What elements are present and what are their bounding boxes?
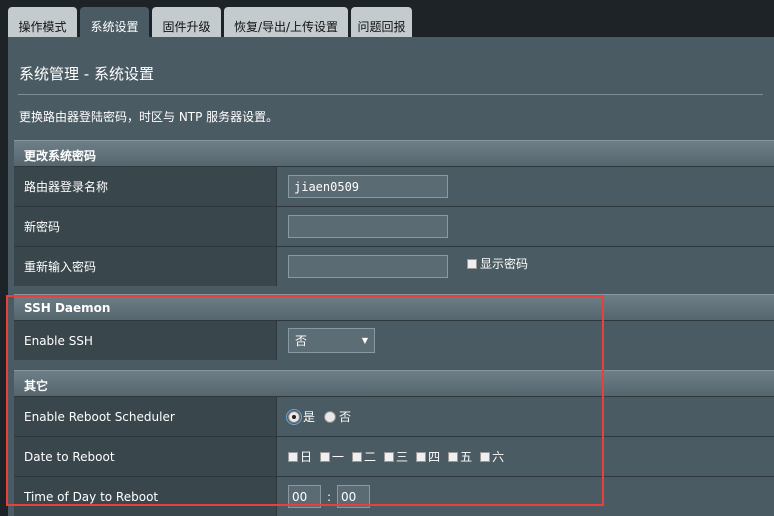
tab-operation-mode[interactable]: 操作模式 xyxy=(8,7,77,37)
new-password-input[interactable] xyxy=(288,215,448,238)
other-table: 其它 Enable Reboot Scheduler 是 否 Date to R… xyxy=(14,370,774,516)
tab-label: 恢复/导出/上传设置 xyxy=(233,20,339,34)
reboot-yes-label: 是 xyxy=(303,410,316,424)
day-label: 一 xyxy=(332,450,345,464)
day-tuesday[interactable]: 二 xyxy=(352,448,376,465)
retype-password-label: 重新输入密码 xyxy=(14,247,276,286)
enable-ssh-row: Enable SSH 否 ▼ xyxy=(14,320,774,360)
tab-label: 固件升级 xyxy=(162,20,211,34)
day-friday[interactable]: 五 xyxy=(448,448,472,465)
reboot-no-radio[interactable] xyxy=(324,410,337,423)
tab-feedback[interactable]: 问题回报 xyxy=(351,7,412,37)
password-table: 更改系统密码 路由器登录名称 jiaen0509 新密码 重新输入密码 显示密码 xyxy=(14,140,774,286)
enable-ssh-label: Enable SSH xyxy=(14,321,276,360)
time-to-reboot-label: Time of Day to Reboot xyxy=(14,477,276,516)
login-name-input[interactable]: jiaen0509 xyxy=(288,175,448,198)
tab-label: 操作模式 xyxy=(18,20,67,34)
day-label: 日 xyxy=(300,450,313,464)
retype-password-input[interactable] xyxy=(288,255,448,278)
day-label: 三 xyxy=(396,450,409,464)
day-sunday[interactable]: 日 xyxy=(288,448,312,465)
reboot-scheduler-label: Enable Reboot Scheduler xyxy=(14,397,276,436)
day-label: 四 xyxy=(428,450,441,464)
retype-password-row: 重新输入密码 显示密码 xyxy=(14,246,774,286)
tab-system-settings[interactable]: 系统设置 xyxy=(80,7,149,37)
day-checkbox[interactable] xyxy=(288,451,298,462)
tab-restore-save-upload[interactable]: 恢复/导出/上传设置 xyxy=(224,7,348,37)
day-checkbox[interactable] xyxy=(384,451,395,462)
enable-ssh-value: 否 xyxy=(295,334,308,348)
day-thursday[interactable]: 四 xyxy=(416,448,440,465)
show-password-toggle[interactable]: 显示密码 xyxy=(467,255,528,272)
day-checkbox[interactable] xyxy=(320,451,331,462)
day-monday[interactable]: 一 xyxy=(320,448,344,465)
day-checkbox[interactable] xyxy=(448,451,459,462)
tab-firmware-upgrade[interactable]: 固件升级 xyxy=(152,7,221,37)
day-checkbox[interactable] xyxy=(480,451,491,462)
chevron-down-icon: ▼ xyxy=(361,336,368,345)
login-name-row: 路由器登录名称 jiaen0509 xyxy=(14,166,774,206)
reboot-days: 日 一 二 三 四 五 六 xyxy=(288,448,512,465)
day-checkbox[interactable] xyxy=(416,451,427,462)
date-to-reboot-label: Date to Reboot xyxy=(14,437,276,476)
other-section-header: 其它 xyxy=(14,370,774,396)
time-separator: : xyxy=(327,489,332,504)
day-label: 二 xyxy=(364,450,377,464)
title-divider xyxy=(18,94,763,95)
reboot-hour-input[interactable]: 00 xyxy=(288,485,321,508)
reboot-no-label: 否 xyxy=(339,410,352,424)
date-to-reboot-row: Date to Reboot 日 一 二 三 四 五 六 xyxy=(14,436,774,476)
day-checkbox[interactable] xyxy=(352,451,363,462)
day-label: 五 xyxy=(460,450,473,464)
reboot-minute-input[interactable]: 00 xyxy=(337,485,371,508)
password-section-header: 更改系统密码 xyxy=(14,140,774,166)
show-password-checkbox[interactable] xyxy=(467,258,477,269)
day-wednesday[interactable]: 三 xyxy=(384,448,408,465)
new-password-row: 新密码 xyxy=(14,206,774,246)
ssh-section-header: SSH Daemon xyxy=(14,294,774,320)
tab-label: 问题回报 xyxy=(357,20,406,34)
tab-label: 系统设置 xyxy=(90,20,139,34)
enable-ssh-select[interactable]: 否 ▼ xyxy=(288,328,375,353)
settings-panel: 系统管理 - 系统设置 更换路由器登陆密码，时区与 NTP 服务器设置。 更改系… xyxy=(8,37,774,516)
ssh-table: SSH Daemon Enable SSH 否 ▼ xyxy=(14,294,774,360)
day-saturday[interactable]: 六 xyxy=(480,448,504,465)
reboot-yes-radio[interactable] xyxy=(286,408,302,425)
time-to-reboot-row: Time of Day to Reboot 00 : 00 xyxy=(14,476,774,516)
login-name-label: 路由器登录名称 xyxy=(14,167,276,206)
show-password-label: 显示密码 xyxy=(480,257,529,271)
page-title: 系统管理 - 系统设置 xyxy=(19,65,154,83)
new-password-label: 新密码 xyxy=(14,207,276,246)
page-description: 更换路由器登陆密码，时区与 NTP 服务器设置。 xyxy=(19,110,279,124)
day-label: 六 xyxy=(492,450,505,464)
reboot-scheduler-row: Enable Reboot Scheduler 是 否 xyxy=(14,396,774,436)
